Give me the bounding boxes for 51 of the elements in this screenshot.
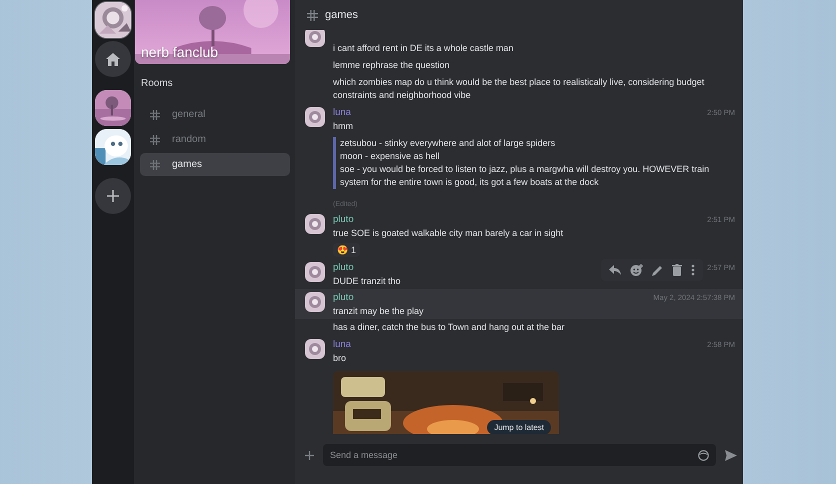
add-server-button[interactable]: [95, 178, 131, 214]
user-avatar[interactable]: [305, 30, 325, 47]
author-name[interactable]: pluto: [333, 262, 354, 273]
server-avatar[interactable]: [95, 2, 131, 38]
space-name: nerb fanclub: [141, 44, 218, 60]
message-text: DUDE tranzit tho: [333, 275, 402, 288]
message-text: bro: [333, 352, 348, 365]
reply-icon[interactable]: [609, 265, 621, 275]
author-name[interactable]: luna: [333, 107, 351, 118]
more-icon[interactable]: [691, 264, 695, 276]
room-item[interactable]: games: [140, 153, 290, 176]
add-reaction-icon[interactable]: [630, 264, 643, 276]
delete-icon[interactable]: [672, 264, 682, 276]
send-icon[interactable]: [725, 450, 737, 460]
section-heading: Rooms: [140, 77, 174, 91]
author-name[interactable]: luna: [333, 339, 351, 350]
home-button[interactable]: [95, 41, 131, 77]
message-text: hmm: [333, 120, 354, 133]
server-avatar[interactable]: [95, 129, 131, 165]
jump-to-latest-button[interactable]: Jump to latest: [487, 420, 551, 434]
home-icon: [106, 52, 120, 66]
edit-icon[interactable]: [652, 264, 663, 276]
user-avatar[interactable]: [305, 292, 325, 312]
room-item[interactable]: random: [140, 128, 290, 151]
reaction-chip[interactable]: 😍 1: [333, 243, 360, 257]
user-avatar[interactable]: [305, 262, 325, 282]
user-avatar[interactable]: [305, 107, 325, 127]
message-text: true SOE is goated walkable city man barely a car in sight: [333, 227, 564, 240]
plus-icon[interactable]: [305, 450, 314, 460]
channel-title: games: [325, 9, 358, 21]
room-item[interactable]: general: [140, 103, 290, 126]
hash-icon: [150, 160, 160, 170]
message-text: tranzit may be the play: [333, 305, 425, 318]
author-name[interactable]: pluto: [333, 214, 354, 225]
plus-icon: [107, 190, 119, 202]
message-text: i cant afford rent in DE its a whole castle man: [333, 42, 514, 55]
server-avatar[interactable]: [95, 90, 131, 126]
user-avatar[interactable]: [305, 214, 325, 234]
author-name[interactable]: pluto: [333, 292, 354, 303]
quote-text: moon - expensive as hell: [340, 150, 441, 163]
message-input[interactable]: Send a message: [323, 444, 716, 466]
message-text: which zombies map do u think would be the best place to realistically live, considering budget constraints and neighborhood vibe: [333, 76, 706, 102]
user-avatar[interactable]: [305, 339, 325, 359]
emoji-icon[interactable]: [698, 450, 709, 460]
message-text: has a diner, catch the bus to Town and hang out at the bar: [333, 321, 566, 334]
hash-icon: [150, 134, 160, 144]
hash-icon: [150, 110, 160, 120]
message-text: lemme rephrase the question: [333, 59, 451, 72]
quote-text: zetsubou - stinky everywhere and alot of large spiders: [340, 137, 556, 150]
quote-text: soe - you would be forced to listen to jazz, plus a margwha will destroy you. HOWEVER train system for the entire town is good, its got a few boats at the dock: [340, 163, 710, 189]
hash-icon: [307, 10, 318, 20]
